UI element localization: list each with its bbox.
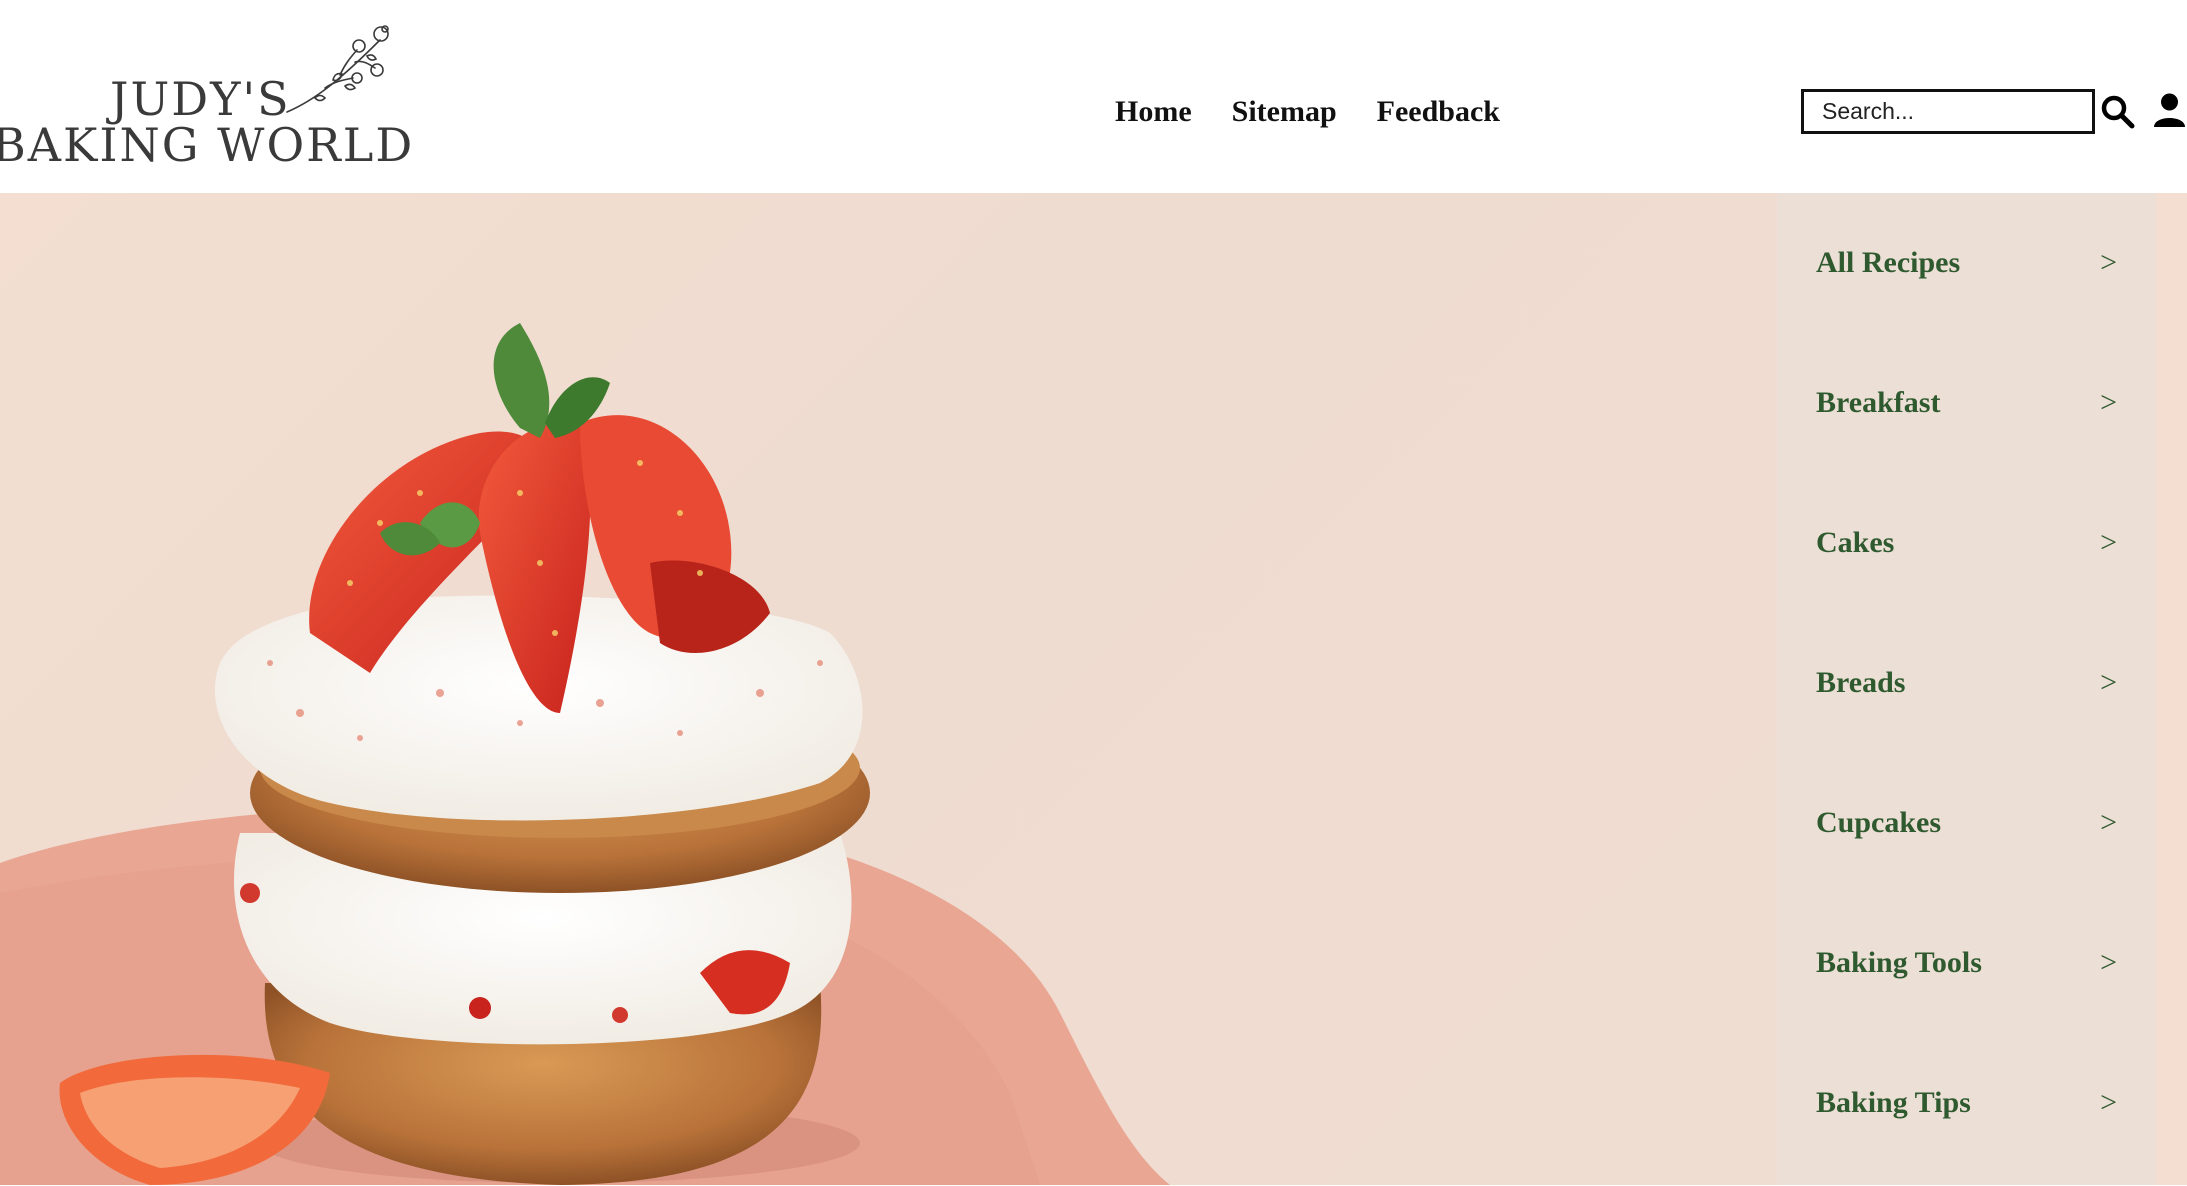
sidebar-item-baking-tools[interactable]: Baking Tools > xyxy=(1777,946,2156,1046)
nav-feedback-link[interactable]: Feedback xyxy=(1377,95,1500,137)
hero-banner xyxy=(0,193,1777,1185)
sidebar-item-baking-tips[interactable]: Baking Tips > xyxy=(1777,1086,2156,1186)
search-input[interactable] xyxy=(1801,89,2095,134)
chevron-right-icon: > xyxy=(2100,386,2117,419)
sidebar-item-cakes[interactable]: Cakes > xyxy=(1777,526,2156,626)
flower-sprig-icon xyxy=(286,25,389,113)
chevron-right-icon: > xyxy=(2100,946,2117,979)
chevron-right-icon: > xyxy=(2100,246,2117,279)
main-nav: Home Sitemap Feedback xyxy=(1115,95,1500,137)
logo-title-line-2: BAKING WORLD xyxy=(0,118,415,172)
sidebar-item-cupcakes[interactable]: Cupcakes > xyxy=(1777,806,2156,906)
strawberry-shortcake-image xyxy=(0,323,1170,1185)
sidebar-item-label: Baking Tools xyxy=(1816,946,1982,979)
sidebar-item-label: Cupcakes xyxy=(1816,806,1942,839)
sidebar-item-label: Breads xyxy=(1816,666,1906,699)
sidebar-item-breakfast[interactable]: Breakfast > xyxy=(1777,386,2156,486)
sidebar-item-label: Cakes xyxy=(1816,526,1895,559)
sidebar-item-label: Baking Tips xyxy=(1816,1086,1971,1119)
site-header: JUDY'S BAKING WORLD Home Sitemap Feedbac… xyxy=(0,0,2187,193)
nav-sitemap-link[interactable]: Sitemap xyxy=(1232,95,1337,137)
chevron-right-icon: > xyxy=(2100,526,2117,559)
sidebar-item-all-recipes[interactable]: All Recipes > xyxy=(1777,246,2156,346)
recipe-categories-sidebar: All Recipes > Breakfast > Cakes > Breads… xyxy=(1777,193,2156,1185)
sidebar-item-label: Breakfast xyxy=(1816,386,1941,419)
search-icon[interactable] xyxy=(2100,94,2136,130)
sidebar-item-breads[interactable]: Breads > xyxy=(1777,666,2156,766)
chevron-right-icon: > xyxy=(2100,1086,2117,1119)
chevron-right-icon: > xyxy=(2100,666,2117,699)
nav-home-link[interactable]: Home xyxy=(1115,95,1192,137)
sidebar-edge xyxy=(2156,193,2187,1185)
site-logo[interactable]: JUDY'S BAKING WORLD xyxy=(0,20,412,172)
sidebar-item-label: All Recipes xyxy=(1816,246,1961,279)
user-icon[interactable] xyxy=(2152,92,2187,128)
chevron-right-icon: > xyxy=(2100,806,2117,839)
